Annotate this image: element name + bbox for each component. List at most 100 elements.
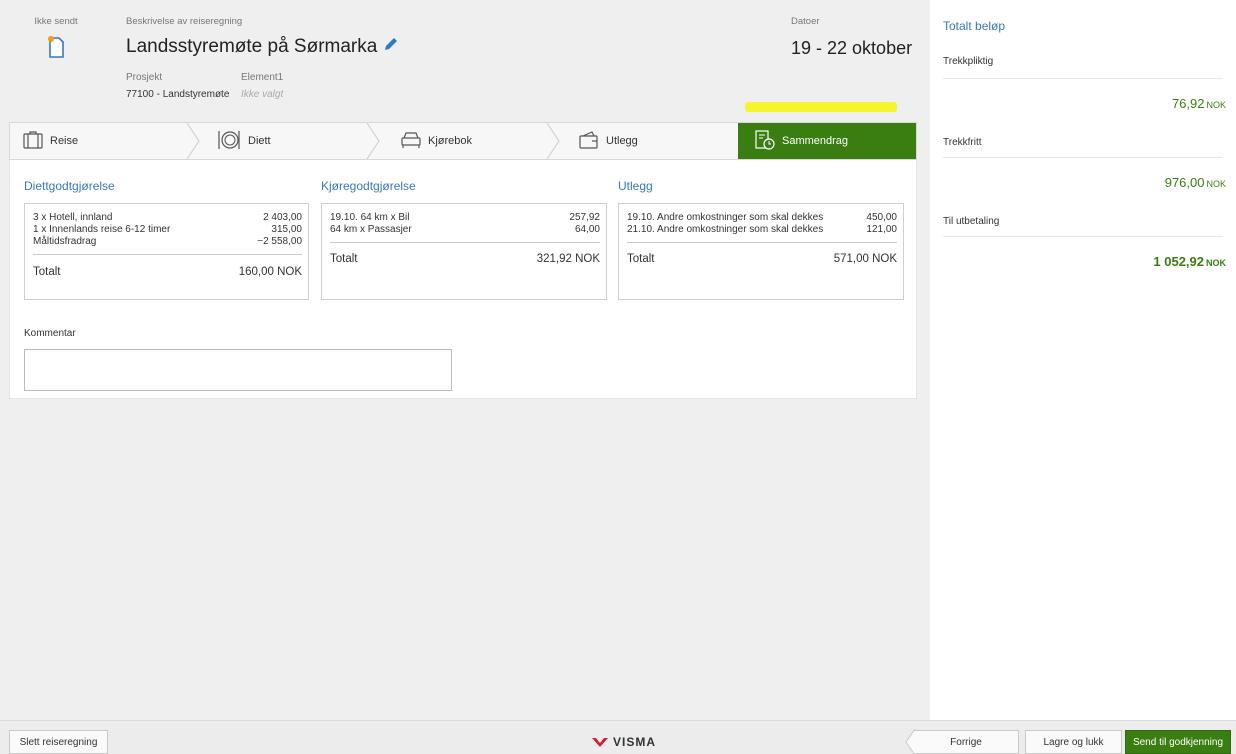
car-icon <box>400 130 422 153</box>
send-for-approval-button[interactable]: Send til godkjenning <box>1125 730 1231 754</box>
tab-kjorebok[interactable]: Kjørebok <box>380 123 560 159</box>
trekkfritt-amount: 976,00 NOK <box>1165 175 1226 190</box>
list-item: 3 x Hotell, innland 2 403,00 <box>33 212 302 224</box>
summary-panel: Diettgodtgjørelse 3 x Hotell, innland 2 4… <box>9 160 917 399</box>
list-item: 21.10. Andre omkostninger som skal dekke… <box>627 224 897 236</box>
currency-unit: NOK <box>1206 179 1226 189</box>
list-item: 1 x Innenlands reise 6-12 timer 315,00 <box>33 224 302 236</box>
diett-section-title: Diettgodtgjørelse <box>24 179 115 193</box>
document-status-icon <box>47 35 65 59</box>
main-area: Ikke sendt Beskrivelse av reiseregning L… <box>9 8 917 713</box>
line-amount: 121,00 <box>866 224 897 235</box>
line-amount: 257,92 <box>569 212 600 223</box>
line-text: Måltidsfradrag <box>33 236 97 247</box>
dates-label: Datoer <box>791 16 820 27</box>
highlight-mark-tab <box>745 102 897 112</box>
divider <box>943 157 1223 158</box>
line-text: 21.10. Andre omkostninger som skal dekke… <box>627 224 824 235</box>
utbetaling-amount: 1 052,92 NOK <box>1153 254 1226 269</box>
suitcase-icon <box>22 130 44 153</box>
total-label: Totalt <box>33 266 61 278</box>
total-value: 160,00 NOK <box>238 266 302 278</box>
project-value[interactable]: 77100 - Landstyremøte <box>126 89 241 100</box>
utlegg-total: Totalt 571,00 NOK <box>627 242 897 265</box>
trekkfritt-label: Trekkfritt <box>943 137 982 148</box>
visma-logo-text: VISMA <box>613 735 657 749</box>
total-value: 571,00 NOK <box>833 253 897 265</box>
tab-diett[interactable]: Diett <box>200 123 380 159</box>
line-text: 1 x Innenlands reise 6-12 timer <box>33 224 171 235</box>
line-amount: 315,00 <box>271 224 302 235</box>
summary-clock-icon <box>754 129 776 154</box>
utlegg-card: 19.10. Andre omkostninger som skal dekke… <box>618 203 904 300</box>
currency-unit: NOK <box>1206 100 1226 110</box>
plate-icon <box>216 129 242 154</box>
tab-utlegg[interactable]: Utlegg <box>560 123 738 159</box>
tab-kjorebok-label: Kjørebok <box>428 135 473 147</box>
totals-sidebar: Totalt beløp Trekkpliktig 76,92 NOK Trekk… <box>930 0 1236 720</box>
kjoring-total: Totalt 321,92 NOK <box>330 242 600 265</box>
line-amount: 450,00 <box>866 212 897 223</box>
amount-value: 76,92 <box>1171 96 1205 111</box>
wallet-icon <box>578 130 600 153</box>
tab-sammendrag-label: Sammendrag <box>782 135 849 147</box>
trip-title-row[interactable]: Landsstyremøte på Sørmarka <box>126 36 399 58</box>
delete-expense-button[interactable]: Slett reiseregning <box>9 730 108 754</box>
kjoring-section-title: Kjøregodtgjørelse <box>321 179 416 193</box>
tab-diett-label: Diett <box>248 135 271 147</box>
chevron-separator <box>546 123 560 159</box>
amount-value: 976,00 <box>1164 175 1205 190</box>
line-text: 64 km x Passasjer <box>330 224 412 235</box>
tab-reise-label: Reise <box>50 135 79 147</box>
project-meta: Prosjekt Element1 77100 - Landstyremøte … <box>126 72 283 100</box>
trip-title: Landsstyremøte på Sørmarka <box>126 36 378 57</box>
tab-reise[interactable]: Reise <box>10 123 200 159</box>
amount-value: 1 052,92 <box>1153 254 1204 269</box>
tab-utlegg-label: Utlegg <box>606 135 638 147</box>
list-item: Måltidsfradrag −2 558,00 <box>33 236 302 248</box>
line-amount: −2 558,00 <box>257 236 302 247</box>
visma-logo-icon <box>592 738 608 747</box>
total-label: Totalt <box>627 253 655 265</box>
tab-sammendrag[interactable]: Sammendrag <box>738 123 916 159</box>
kjoring-card: 19.10. 64 km x Bil 257,92 64 km x Passasj… <box>321 203 607 300</box>
utlegg-section-title: Utlegg <box>618 179 653 193</box>
list-item: 19.10. 64 km x Bil 257,92 <box>330 212 600 224</box>
trekkpliktig-label: Trekkpliktig <box>943 56 994 67</box>
line-text: 19.10. 64 km x Bil <box>330 212 410 223</box>
diett-card: 3 x Hotell, innland 2 403,00 1 x Innenlan… <box>24 203 309 300</box>
chevron-separator <box>366 123 380 159</box>
save-and-close-button[interactable]: Lagre og lukk <box>1025 730 1122 754</box>
line-amount: 64,00 <box>574 224 600 235</box>
footer-bar: Slett reiseregning VISMA Forrige Lagre o… <box>0 720 1236 754</box>
line-amount: 2 403,00 <box>263 212 302 223</box>
total-value: 321,92 NOK <box>536 253 600 265</box>
element-label: Element1 <box>241 72 284 83</box>
element-value[interactable]: Ikke valgt <box>241 89 283 100</box>
step-tabs: Reise Diett Kjørebok Utlegg Sammendrag <box>9 122 917 160</box>
line-text: 3 x Hotell, innland <box>33 212 113 223</box>
list-item: 64 km x Passasjer 64,00 <box>330 224 600 236</box>
status-label: Ikke sendt <box>34 16 78 27</box>
trekkpliktig-amount: 76,92 NOK <box>1172 96 1226 111</box>
diett-total: Totalt 160,00 NOK <box>33 254 302 278</box>
previous-button[interactable]: Forrige <box>914 730 1019 754</box>
dates-column: Datoer 19 - 22 oktober <box>791 16 912 59</box>
description-column: Beskrivelse av reiseregning Landsstyremø… <box>126 16 399 58</box>
divider <box>943 78 1223 79</box>
edit-pencil-icon[interactable] <box>383 36 399 58</box>
project-label: Prosjekt <box>126 72 163 83</box>
currency-unit: NOK <box>1206 258 1226 268</box>
visma-logo: VISMA <box>591 735 656 749</box>
list-item: 19.10. Andre omkostninger som skal dekke… <box>627 212 897 224</box>
divider <box>943 236 1223 237</box>
description-label: Beskrivelse av reiseregning <box>126 16 243 27</box>
line-text: 19.10. Andre omkostninger som skal dekke… <box>627 212 824 223</box>
comment-label: Kommentar <box>24 328 76 339</box>
comment-input[interactable] <box>24 349 452 391</box>
utbetaling-label: Til utbetaling <box>943 216 1000 227</box>
total-label: Totalt <box>330 253 358 265</box>
status-column: Ikke sendt <box>21 16 91 59</box>
chevron-separator <box>186 123 200 159</box>
dates-value[interactable]: 19 - 22 oktober <box>791 38 912 59</box>
